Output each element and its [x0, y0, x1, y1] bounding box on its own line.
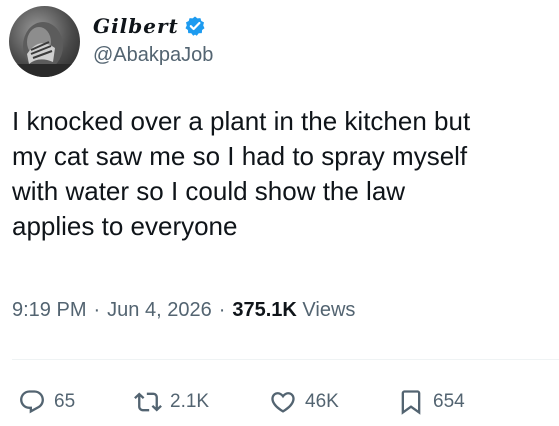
views-label[interactable]: Views	[302, 299, 355, 321]
author-names: Gilbert @AbakpaJob	[93, 14, 213, 67]
bookmark-button[interactable]: 654	[397, 388, 465, 416]
tweet-header: Gilbert @AbakpaJob	[9, 6, 213, 77]
retweet-count: 2.1K	[170, 391, 210, 412]
action-bar: 65 2.1K 46K 654	[18, 388, 559, 416]
reply-count: 65	[54, 391, 76, 412]
tweet-time[interactable]: 9:19 PM	[12, 299, 86, 321]
display-name-row: Gilbert	[93, 14, 213, 38]
verified-badge-icon[interactable]	[184, 15, 206, 37]
avatar-image	[9, 22, 80, 77]
retweet-icon	[134, 392, 162, 412]
like-count: 46K	[305, 391, 339, 412]
reply-icon	[20, 390, 44, 414]
tweet-text: I knocked over a plant in the kitchen bu…	[12, 106, 471, 241]
display-name[interactable]: Gilbert	[93, 14, 179, 38]
meta-separator: ·	[218, 299, 226, 321]
divider	[12, 359, 559, 360]
meta-separator: ·	[93, 299, 101, 321]
reply-button[interactable]: 65	[18, 388, 134, 416]
like-button[interactable]: 46K	[269, 388, 397, 416]
retweet-button[interactable]: 2.1K	[134, 388, 269, 416]
tweet-meta: 9:19 PM · Jun 4, 2026 · 375.1K Views	[12, 299, 355, 322]
bookmark-count: 654	[433, 391, 465, 412]
bookmark-icon	[401, 390, 421, 415]
tweet-date[interactable]: Jun 4, 2026	[107, 299, 212, 321]
avatar[interactable]	[9, 6, 80, 77]
heart-icon	[271, 392, 295, 413]
author-handle[interactable]: @AbakpaJob	[93, 44, 213, 67]
views-count[interactable]: 375.1K	[232, 299, 297, 321]
